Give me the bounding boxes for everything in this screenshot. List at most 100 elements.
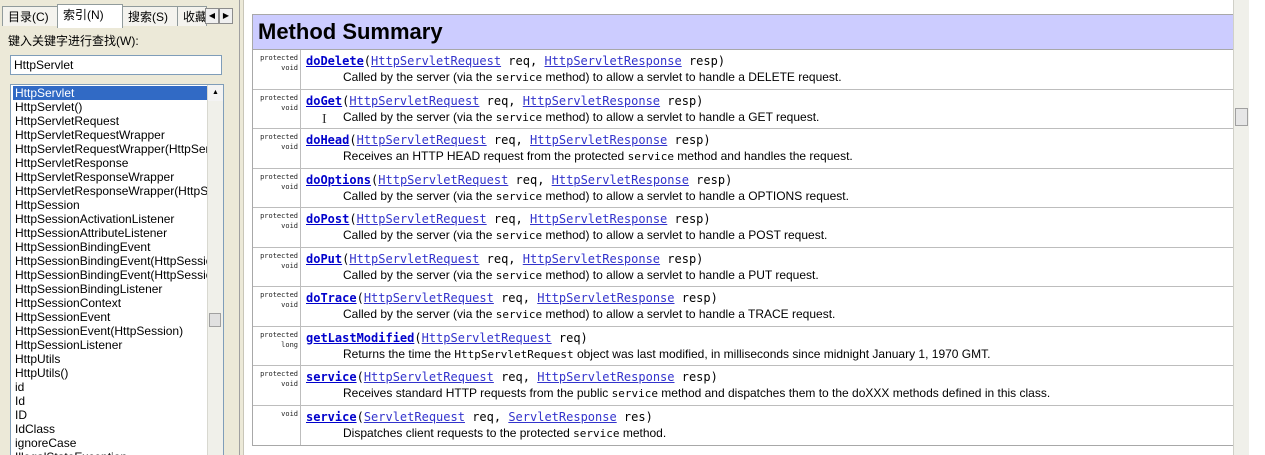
- param-type-link[interactable]: HttpServletRequest: [378, 173, 508, 187]
- index-list-item[interactable]: HttpServletResponseWrapper: [13, 170, 207, 184]
- description-code: service: [611, 387, 658, 400]
- param-name: req): [551, 330, 588, 345]
- index-list-item[interactable]: HttpSessionContext: [13, 296, 207, 310]
- param-name: resp): [660, 251, 704, 266]
- method-description: Receives standard HTTP requests from the…: [343, 386, 1050, 401]
- method-name-link[interactable]: doGet: [306, 94, 342, 108]
- description-code: service: [495, 268, 543, 282]
- tab-index[interactable]: 索引(N): [57, 4, 123, 28]
- method-row: protected void doHead(HttpServletRequest r…: [253, 129, 1239, 169]
- description-text: method) to allow a servlet to handle a P…: [542, 267, 819, 282]
- param-type-link[interactable]: HttpServletResponse: [537, 370, 674, 384]
- param-type-link[interactable]: HttpServletRequest: [364, 291, 494, 305]
- param-type-link[interactable]: HttpServletRequest: [357, 212, 487, 226]
- index-list-item[interactable]: HttpSessionBindingEvent(HttpSessio: [13, 268, 207, 282]
- param-name: req,: [501, 54, 538, 68]
- index-list-item[interactable]: ID: [13, 408, 207, 422]
- tab-scroll-left-icon[interactable]: ◀: [205, 8, 219, 24]
- method-name-link[interactable]: getLastModified: [306, 331, 414, 345]
- method-name-link[interactable]: doTrace: [306, 291, 357, 305]
- index-list-item[interactable]: HttpServletRequestWrapper: [13, 128, 207, 142]
- tab-contents[interactable]: 目录(C): [2, 6, 58, 26]
- method-name-link[interactable]: doPost: [306, 212, 349, 226]
- index-list-item[interactable]: HttpServletResponseWrapper(HttpSe: [13, 184, 207, 198]
- index-list-item[interactable]: HttpSessionEvent: [13, 310, 207, 324]
- method-name-link[interactable]: doHead: [306, 133, 349, 147]
- tab-scroll-right-icon[interactable]: ▶: [219, 8, 233, 24]
- param-type-link[interactable]: HttpServletResponse: [552, 173, 689, 187]
- param-type-link[interactable]: HttpServletRequest: [364, 370, 494, 384]
- param-type-link[interactable]: ServletRequest: [364, 410, 465, 424]
- content-scrollbar[interactable]: [1233, 0, 1249, 455]
- index-list-item[interactable]: HttpSession: [13, 198, 207, 212]
- index-list-item[interactable]: HttpServletRequestWrapper(HttpServl: [13, 142, 207, 156]
- index-list-item[interactable]: IllegalStateException: [13, 450, 207, 455]
- index-list-item[interactable]: HttpServletResponse: [13, 156, 207, 170]
- index-list-item[interactable]: id: [13, 380, 207, 394]
- index-list-item[interactable]: HttpSessionListener: [13, 338, 207, 352]
- modifier-return-type: void: [281, 64, 298, 72]
- param-type-link[interactable]: HttpServletRequest: [349, 252, 479, 266]
- param-type-link[interactable]: HttpServletResponse: [544, 54, 681, 68]
- index-list[interactable]: ▲ HttpServlet HttpServlet() HttpServletReq…: [10, 84, 224, 455]
- index-list-item[interactable]: IdClass: [13, 422, 207, 436]
- index-list-item[interactable]: HttpUtils: [13, 352, 207, 366]
- index-list-item[interactable]: HttpSessionEvent(HttpSession): [13, 324, 207, 338]
- description-text: Dispatches client requests to the protec…: [343, 425, 574, 440]
- param-type-link[interactable]: ServletResponse: [508, 410, 616, 424]
- param-type-link[interactable]: HttpServletRequest: [349, 94, 479, 108]
- param-type-link[interactable]: HttpServletResponse: [523, 94, 660, 108]
- method-name-link[interactable]: service: [306, 410, 357, 424]
- method-modifier: protected void: [253, 287, 301, 326]
- method-row: protected void doPost(HttpServletRequest r…: [253, 208, 1239, 248]
- index-list-scrollbar[interactable]: ▲: [207, 85, 223, 455]
- tab-search[interactable]: 搜索(S): [122, 6, 178, 26]
- index-list-item[interactable]: HttpUtils(): [13, 366, 207, 380]
- method-name-link[interactable]: doPut: [306, 252, 342, 266]
- index-list-item[interactable]: HttpSessionBindingEvent(HttpSessio: [13, 254, 207, 268]
- index-list-item[interactable]: HttpServlet(): [13, 100, 207, 114]
- description-text: object was last modified, in millisecond…: [573, 346, 991, 361]
- index-list-item[interactable]: HttpSessionActivationListener: [13, 212, 207, 226]
- scrollbar-thumb[interactable]: [209, 313, 221, 327]
- modifier-return-type: void: [281, 409, 298, 418]
- param-type-link[interactable]: HttpServletResponse: [537, 291, 674, 305]
- index-list-item[interactable]: Id: [13, 394, 207, 408]
- method-name-link[interactable]: service: [306, 370, 357, 384]
- scroll-up-arrow-icon[interactable]: ▲: [208, 85, 223, 101]
- description-text: Called by the server (via the: [343, 188, 496, 203]
- method-name-link[interactable]: doDelete: [306, 54, 364, 68]
- param-type-link[interactable]: HttpServletResponse: [523, 252, 660, 266]
- index-list-item[interactable]: HttpSessionBindingListener: [13, 282, 207, 296]
- param-name: req,: [486, 212, 523, 226]
- tab-favorites[interactable]: 收藏: [177, 6, 207, 26]
- param-type-link[interactable]: HttpServletResponse: [530, 212, 667, 226]
- param-type-link[interactable]: HttpServletRequest: [371, 54, 501, 68]
- description-text: method) to allow a servlet to handle a O…: [542, 188, 849, 203]
- keyword-input[interactable]: HttpServlet: [10, 55, 222, 75]
- method-description: Called by the server (via the service me…: [343, 189, 849, 204]
- method-modifier: protected void: [253, 50, 301, 89]
- index-list-item[interactable]: HttpSessionAttributeListener: [13, 226, 207, 240]
- param-name: resp): [674, 291, 718, 305]
- description-code: service: [495, 110, 543, 124]
- param-name: req,: [464, 409, 502, 424]
- index-list-item[interactable]: HttpServlet: [13, 86, 207, 100]
- index-list-item[interactable]: HttpSessionBindingEvent: [13, 240, 207, 254]
- modifier-access: protected: [260, 93, 298, 102]
- method-name-link[interactable]: doOptions: [306, 173, 371, 187]
- modifier-access: protected: [260, 370, 298, 378]
- index-list-item[interactable]: HttpServletRequest: [13, 114, 207, 128]
- param-name: resp): [688, 172, 733, 187]
- description-text: method) to allow a servlet to handle a T…: [542, 307, 836, 321]
- method-modifier: protected void: [253, 89, 301, 128]
- method-signature: service(HttpServletRequest req, HttpServ…: [306, 370, 718, 384]
- param-name: resp): [660, 93, 704, 108]
- description-code: service: [627, 150, 674, 163]
- param-type-link[interactable]: HttpServletRequest: [357, 133, 487, 147]
- index-list-item[interactable]: ignoreCase: [13, 436, 207, 450]
- param-type-link[interactable]: HttpServletResponse: [530, 133, 667, 147]
- navigation-pane: 目录(C) 索引(N) 搜索(S) 收藏 ◀ ▶ 键入关键字进行查找(W): H…: [0, 0, 240, 455]
- content-scrollbar-thumb[interactable]: [1235, 108, 1248, 126]
- param-type-link[interactable]: HttpServletRequest: [422, 331, 552, 345]
